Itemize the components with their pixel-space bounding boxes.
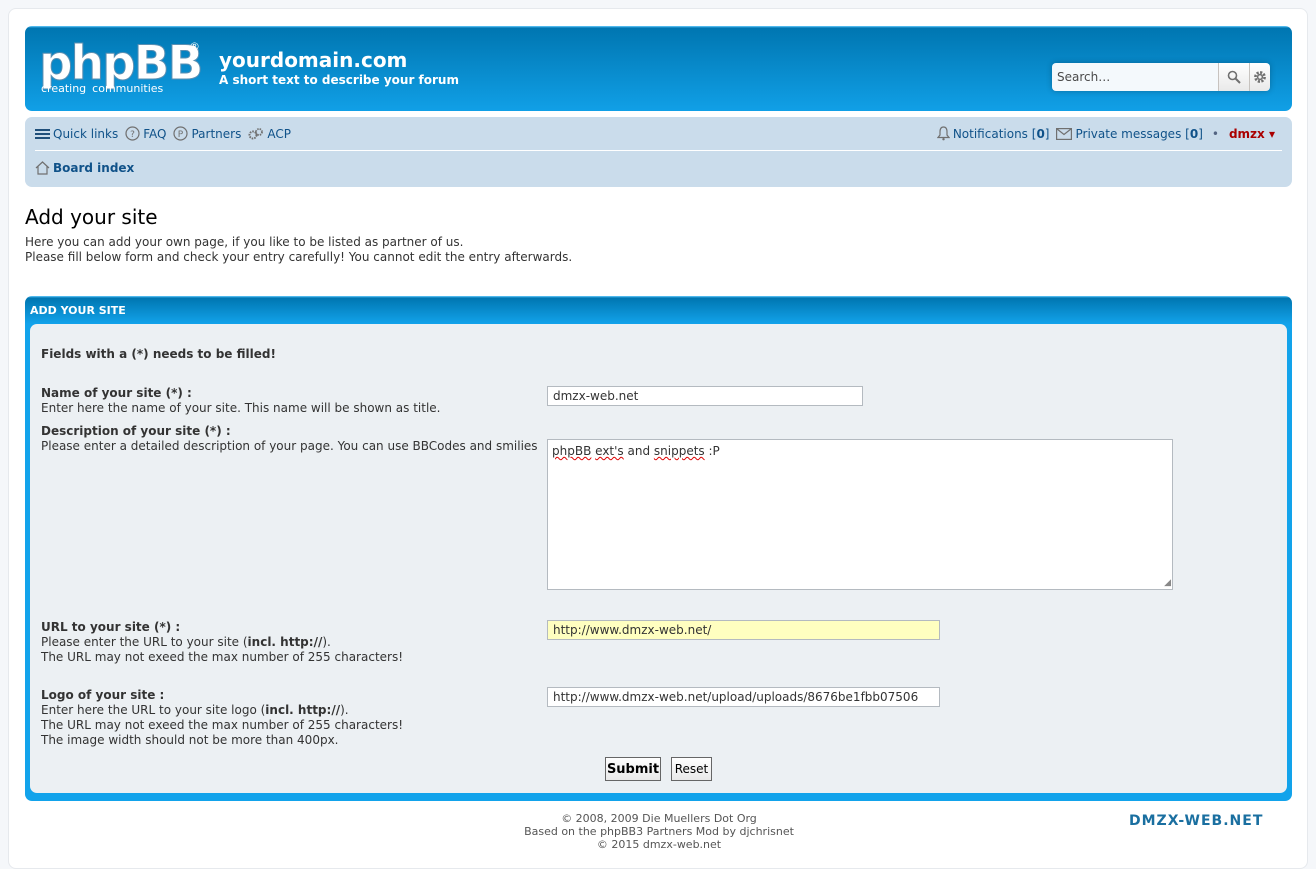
logo-tagline: creating communities <box>41 82 169 95</box>
partners-link[interactable]: P Partners <box>173 126 241 141</box>
private-messages-count: 0 <box>1189 126 1199 141</box>
home-icon <box>35 161 50 175</box>
url-field-label: URL to your site (*) : Please enter the … <box>41 620 403 665</box>
notifications-link[interactable]: Notifications [0] <box>936 126 1049 141</box>
description-word-5: :P <box>708 444 720 458</box>
logo-label: Logo of your site : <box>41 688 165 702</box>
description-word-3: and <box>627 444 651 458</box>
quick-links-label: Quick links <box>53 126 119 141</box>
notifications-label: Notifications <box>952 126 1028 141</box>
url-help-2: The URL may not exeed the max number of … <box>41 650 404 664</box>
url-help-1: Please enter the URL to your site (incl.… <box>41 635 403 650</box>
private-messages-link[interactable]: Private messages [0] <box>1056 126 1203 141</box>
notifications-count: 0 <box>1036 126 1045 141</box>
footer: © 2008, 2009 Die Muellers Dot Org Based … <box>9 812 1309 851</box>
logo-help-1-bold: incl. http:// <box>265 703 341 717</box>
envelope-icon <box>1056 127 1073 140</box>
hamburger-icon <box>35 128 50 140</box>
reset-button[interactable]: Reset <box>671 757 712 781</box>
navbar: Quick links ? FAQ P Partners ACP Notific… <box>25 117 1292 187</box>
site-title[interactable]: yourdomain.com <box>219 48 407 72</box>
quick-links-menu[interactable]: Quick links <box>35 127 118 141</box>
add-site-panel: ADD YOUR SITE Fields with a (*) needs to… <box>25 296 1292 801</box>
navbar-left-links: Quick links ? FAQ P Partners ACP <box>35 126 298 141</box>
logo-registered-mark: ® <box>189 40 200 53</box>
site-name-input[interactable]: dmzx-web.net <box>547 386 863 406</box>
name-label: Name of your site (*) : <box>41 386 192 400</box>
svg-text:?: ? <box>130 130 135 140</box>
footer-logo[interactable]: DMZX-WEB.NET <box>1129 813 1263 829</box>
question-circle-icon: ? <box>125 126 140 141</box>
site-description: A short text to describe your forum <box>219 73 459 87</box>
board-index-link[interactable]: Board index <box>35 161 134 175</box>
navbar-separator: • <box>1211 126 1219 141</box>
cogs-icon <box>248 127 264 141</box>
page-intro-line2: Please fill below form and check your en… <box>25 250 573 264</box>
header-bar: phpBB ® creating communities yourdomain.c… <box>25 26 1292 111</box>
submit-button[interactable]: Submit <box>605 757 661 781</box>
breadcrumb: Board index <box>35 157 141 179</box>
logo-help-2: The URL may not exeed the max number of … <box>41 718 404 732</box>
add-site-form: Fields with a (*) needs to be filled! Na… <box>30 324 1287 793</box>
description-field-label: Description of your site (*) : Please en… <box>41 424 538 454</box>
site-logo-url-input[interactable]: http://www.dmzx-web.net/upload/uploads/8… <box>547 687 940 707</box>
username: dmzx <box>1228 126 1265 141</box>
footer-line1: © 2008, 2009 Die Muellers Dot Org <box>561 812 757 825</box>
footer-line3: © 2015 dmzx-web.net <box>596 838 722 851</box>
logo-help-1-pre: Enter here the URL to your site logo ( <box>41 703 266 717</box>
page-intro: Here you can add your own page, if you l… <box>25 235 572 265</box>
navbar-right-links: Notifications [0] Private messages [0] •… <box>936 126 1282 141</box>
user-menu[interactable]: dmzx ▾ <box>1229 127 1275 141</box>
search-box <box>1052 63 1270 91</box>
partners-icon: P <box>173 126 189 141</box>
logo-tagline-word2: communities <box>92 82 164 95</box>
search-input[interactable] <box>1052 63 1218 91</box>
description-help: Please enter a detailed description of y… <box>41 439 538 453</box>
logo-help-1-post: ). <box>340 703 349 717</box>
site-url-input[interactable]: http://www.dmzx-web.net/ <box>547 620 940 640</box>
url-help-1-pre: Please enter the URL to your site ( <box>41 635 248 649</box>
page-intro-line1: Here you can add your own page, if you l… <box>25 235 464 249</box>
panel-title: ADD YOUR SITE <box>30 304 126 317</box>
logo-help-1: Enter here the URL to your site logo (in… <box>41 703 403 718</box>
faq-label: FAQ <box>143 126 167 141</box>
advanced-search-button[interactable] <box>1249 63 1270 91</box>
acp-label: ACP <box>267 126 291 141</box>
navbar-top-row: Quick links ? FAQ P Partners ACP Notific… <box>35 117 1282 151</box>
page-wrap: phpBB ® creating communities yourdomain.c… <box>8 8 1308 869</box>
acp-link[interactable]: ACP <box>248 127 291 141</box>
resize-handle-icon[interactable]: ◢ <box>1164 579 1171 588</box>
url-label: URL to your site (*) : <box>41 620 181 634</box>
description-label: Description of your site (*) : <box>41 424 231 438</box>
footer-line2: Based on the phpBB3 Partners Mod by djch… <box>524 825 794 838</box>
search-icon <box>1227 70 1241 84</box>
bell-icon <box>936 126 950 141</box>
site-logo[interactable]: phpBB ® creating communities <box>38 37 209 100</box>
site-description-textarea[interactable]: phpBB ext's and snippets :P ◢ <box>547 439 1173 590</box>
private-messages-label: Private messages <box>1075 126 1182 141</box>
description-word-1: phpBB <box>552 444 592 458</box>
faq-link[interactable]: ? FAQ <box>125 126 166 141</box>
description-word-4: snippets <box>653 444 705 458</box>
caret-down-icon: ▾ <box>1268 126 1275 141</box>
name-field-label: Name of your site (*) : Enter here the n… <box>41 386 440 416</box>
search-button[interactable] <box>1218 63 1249 91</box>
url-help-1-bold: incl. http:// <box>247 635 323 649</box>
logo-field-label: Logo of your site : Enter here the URL t… <box>41 688 403 748</box>
url-help-1-post: ). <box>322 635 331 649</box>
board-index-label: Board index <box>53 161 135 175</box>
page-title: Add your site <box>25 205 158 229</box>
description-word-2: ext's <box>595 444 624 458</box>
svg-text:P: P <box>178 130 184 140</box>
partners-label: Partners <box>191 126 242 141</box>
logo-tagline-word1: creating <box>41 82 87 95</box>
name-help: Enter here the name of your site. This n… <box>41 401 441 415</box>
logo-help-3: The image width should not be more than … <box>41 733 339 747</box>
required-note: Fields with a (*) needs to be filled! <box>41 347 276 361</box>
gear-icon <box>1254 71 1266 83</box>
